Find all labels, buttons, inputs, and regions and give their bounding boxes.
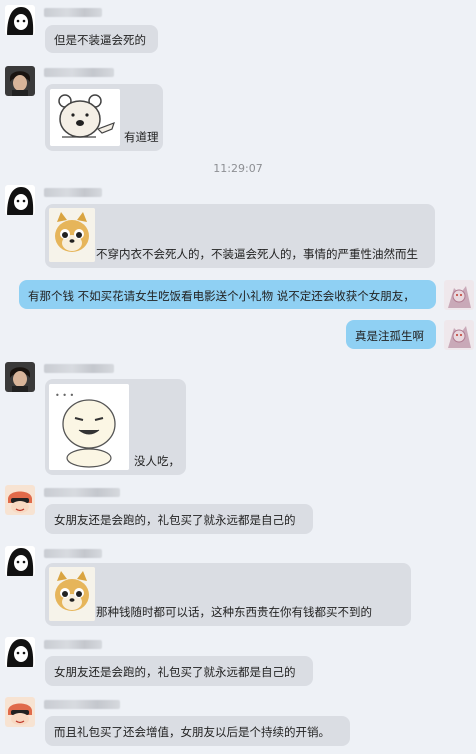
avatar-user-a[interactable]: [5, 637, 35, 667]
avatar-user-c[interactable]: [5, 485, 35, 515]
message-bubble: 而且礼包买了还会增值，女朋友以后是个持续的开销。: [45, 716, 350, 746]
message-bubble: 不穿内衣不会死人的，不装逼会死人的，事情的严重性油然而生: [45, 204, 435, 268]
message-text: 有道理: [124, 130, 159, 144]
message-text: 女朋友还是会跑的，礼包买了就永远都是自己的: [54, 513, 296, 527]
doge-sticker-image: [49, 567, 95, 621]
message-text: 而且礼包买了还会增值，女朋友以后是个持续的开销。: [54, 725, 330, 739]
message-text: 有那个钱 不如买花请女生吃饭看电影送个小礼物 说不定还会收获个女朋友，: [28, 289, 415, 303]
avatar-user-b[interactable]: [5, 66, 35, 96]
my-message-bubble: 有那个钱 不如买花请女生吃饭看电影送个小礼物 说不定还会收获个女朋友，: [19, 280, 436, 309]
laughing-sticker-image: • • •: [49, 384, 129, 470]
message-bubble: 女朋友还是会跑的，礼包买了就永远都是自己的: [45, 656, 313, 686]
avatar-self[interactable]: [444, 320, 474, 350]
sender-name: [44, 68, 114, 77]
bear-sticker-image: [50, 89, 120, 146]
sender-name: [44, 188, 102, 197]
message-bubble: 但是不装逼会死的: [45, 25, 158, 53]
message-bubble: 有道理: [45, 84, 163, 151]
sender-name: [44, 549, 102, 558]
sender-name: [44, 700, 120, 709]
avatar-self[interactable]: [444, 280, 474, 310]
doge-sticker-image: [49, 208, 95, 262]
message-text: 不穿内衣不会死人的，不装逼会死人的，事情的严重性油然而生: [96, 247, 418, 261]
message-text: 那种钱随时都可以话，这种东西贵在你有钱都买不到的: [96, 605, 372, 619]
message-text: 真是注孤生啊: [355, 329, 424, 343]
avatar-user-c[interactable]: [5, 697, 35, 727]
message-text: 但是不装逼会死的: [54, 33, 146, 47]
avatar-user-a[interactable]: [5, 5, 35, 35]
avatar-user-a[interactable]: [5, 546, 35, 576]
svg-text:• • •: • • •: [55, 391, 74, 400]
message-bubble: • • • 没人吃，: [45, 379, 186, 475]
message-bubble: 那种钱随时都可以话，这种东西贵在你有钱都买不到的: [45, 563, 411, 626]
message-text: 女朋友还是会跑的，礼包买了就永远都是自己的: [54, 665, 296, 679]
sender-name: [44, 364, 114, 373]
sender-name: [44, 640, 102, 649]
sender-name: [44, 8, 102, 17]
message-bubble: 女朋友还是会跑的，礼包买了就永远都是自己的: [45, 504, 313, 534]
message-text: 没人吃，: [134, 454, 180, 468]
avatar-user-b[interactable]: [5, 362, 35, 392]
timestamp: 11:29:07: [213, 162, 263, 175]
sender-name: [44, 488, 120, 497]
avatar-user-a[interactable]: [5, 185, 35, 215]
my-message-bubble: 真是注孤生啊: [346, 320, 436, 349]
